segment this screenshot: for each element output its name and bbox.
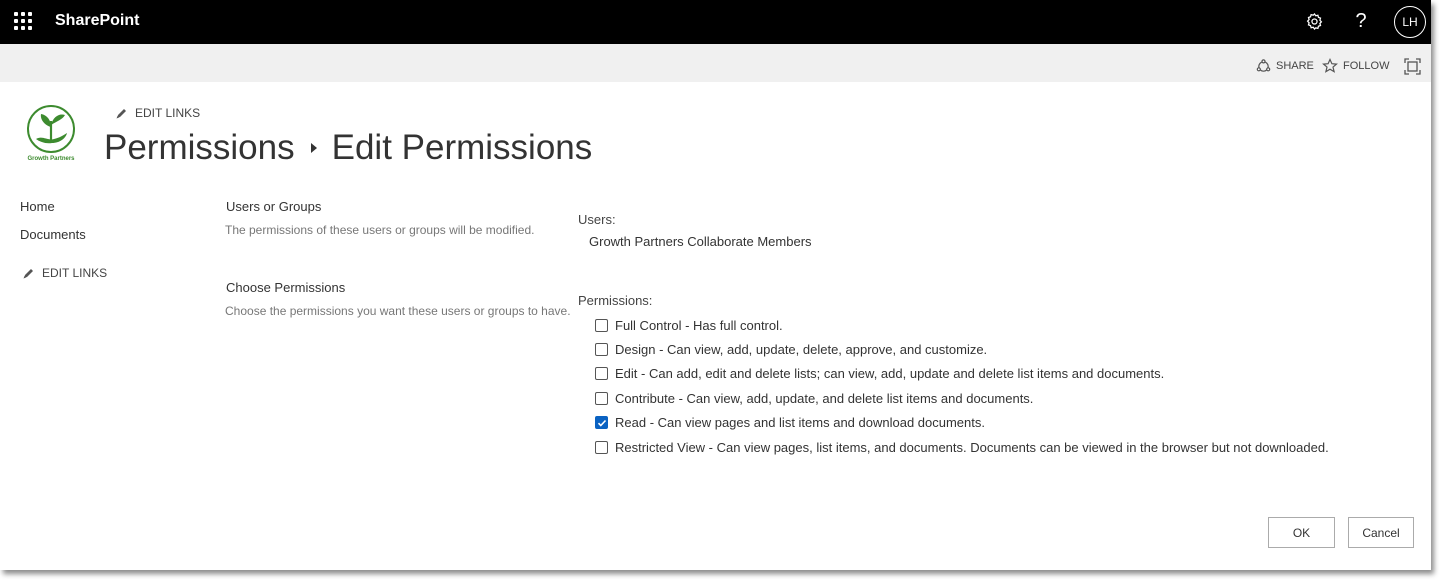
focus-mode-icon[interactable] xyxy=(1404,58,1421,75)
suite-bar: SharePoint ? LH xyxy=(0,0,1431,44)
breadcrumb-parent[interactable]: Permissions xyxy=(104,128,295,168)
edit-links-header[interactable]: EDIT LINKS xyxy=(115,106,200,120)
follow-label: FOLLOW xyxy=(1343,60,1390,72)
checkbox[interactable] xyxy=(595,441,608,454)
users-value: Growth Partners Collaborate Members xyxy=(589,234,812,249)
checkbox[interactable] xyxy=(595,367,608,380)
permission-label: Edit - Can add, edit and delete lists; c… xyxy=(615,366,1165,381)
help-icon[interactable]: ? xyxy=(1350,10,1372,32)
permission-edit[interactable]: Edit - Can add, edit and delete lists; c… xyxy=(595,366,1164,381)
nav-item-documents[interactable]: Documents xyxy=(20,227,86,242)
svg-text:Growth Partners: Growth Partners xyxy=(27,156,75,162)
permission-label: Restricted View - Can view pages, list i… xyxy=(615,440,1329,455)
permission-label: Contribute - Can view, add, update, and … xyxy=(615,391,1034,406)
breadcrumb-current: Edit Permissions xyxy=(331,128,593,167)
ok-button[interactable]: OK xyxy=(1268,517,1335,548)
checkbox[interactable] xyxy=(595,392,608,405)
edit-links-label: EDIT LINKS xyxy=(135,106,201,120)
cancel-button[interactable]: Cancel xyxy=(1348,517,1414,548)
follow-button[interactable]: FOLLOW xyxy=(1322,58,1389,74)
share-button[interactable]: SHARE xyxy=(1256,58,1314,74)
permission-design[interactable]: Design - Can view, add, update, delete, … xyxy=(595,342,987,357)
edit-links-nav[interactable]: EDIT LINKS xyxy=(22,266,107,280)
choose-permissions-heading: Choose Permissions xyxy=(226,280,346,295)
action-bar: SHARE FOLLOW xyxy=(0,44,1431,82)
users-label: Users: xyxy=(578,212,616,227)
permission-label: Full Control - Has full control. xyxy=(615,318,783,333)
waffle-icon[interactable] xyxy=(14,12,32,30)
share-label: SHARE xyxy=(1276,60,1314,72)
share-icon xyxy=(1256,58,1271,72)
permission-read[interactable]: Read - Can view pages and list items and… xyxy=(595,415,985,430)
pencil-icon xyxy=(116,108,126,118)
pencil-icon xyxy=(23,268,33,278)
app-brand[interactable]: SharePoint xyxy=(55,12,139,30)
permission-full-control[interactable]: Full Control - Has full control. xyxy=(595,318,783,333)
checkbox[interactable] xyxy=(595,319,608,332)
edit-links-label: EDIT LINKS xyxy=(42,266,108,280)
gear-icon[interactable] xyxy=(1303,10,1325,32)
choose-permissions-description: Choose the permissions you want these us… xyxy=(225,304,571,318)
checkbox[interactable] xyxy=(595,416,608,429)
permission-restricted-view[interactable]: Restricted View - Can view pages, list i… xyxy=(595,440,1329,455)
permission-label: Read - Can view pages and list items and… xyxy=(615,415,985,430)
site-logo[interactable]: Growth Partners xyxy=(24,103,78,163)
avatar[interactable]: LH xyxy=(1394,6,1426,38)
permission-label: Design - Can view, add, update, delete, … xyxy=(615,342,988,357)
users-or-groups-description: The permissions of these users or groups… xyxy=(225,223,535,237)
page-title: Permissions Edit Permissions xyxy=(104,128,592,168)
users-or-groups-heading: Users or Groups xyxy=(226,199,322,214)
checkbox[interactable] xyxy=(595,343,608,356)
checkmark-icon xyxy=(597,419,606,427)
star-icon xyxy=(1322,58,1338,73)
permission-contribute[interactable]: Contribute - Can view, add, update, and … xyxy=(595,391,1033,406)
breadcrumb-separator-icon xyxy=(310,143,317,153)
permissions-label: Permissions: xyxy=(578,293,653,308)
nav-item-home[interactable]: Home xyxy=(20,199,55,214)
sharepoint-window: SharePoint ? LH SHARE FOLLOW Growth Part… xyxy=(0,0,1431,570)
